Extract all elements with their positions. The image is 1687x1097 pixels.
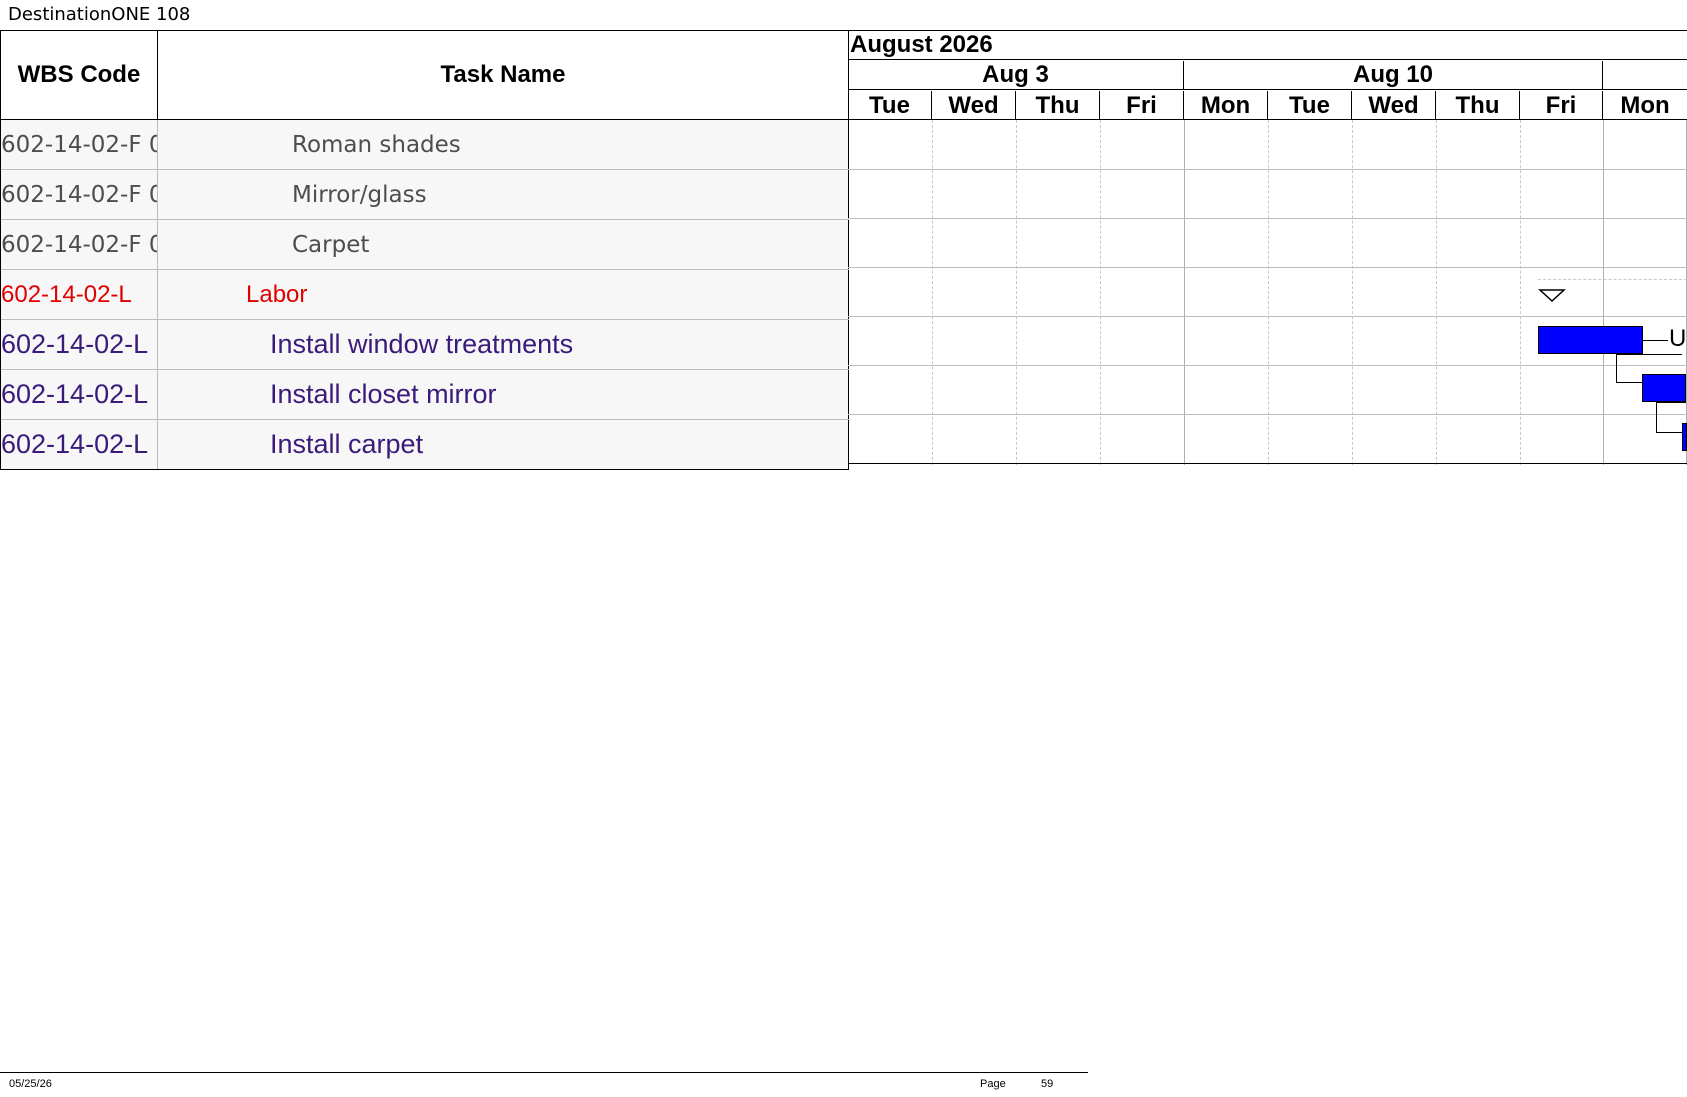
day-label: Wed [1368, 92, 1419, 119]
gantt-day-header: Tue [848, 91, 932, 120]
gantt-month-header: August 2026 [848, 31, 1687, 60]
wbs-code-cell: 602-14-02-L [1, 270, 158, 319]
table-row[interactable]: 602-14-02-F 0 Carpet [1, 220, 849, 270]
table-header: WBS Code Task Name [1, 31, 849, 120]
day-label: Thu [1455, 92, 1500, 119]
day-label: Thu [1035, 92, 1080, 119]
row-gridline [848, 316, 1687, 317]
wbs-code-cell: 602-14-02-F 0 [1, 220, 158, 269]
document-title: DestinationONE 108 [8, 4, 191, 25]
wbs-code-cell: 602-14-02-L [1, 320, 158, 369]
gantt-body: U [848, 120, 1687, 465]
day-label: Mon [1200, 92, 1251, 119]
summary-triangle-icon [1538, 289, 1566, 303]
dependency-link [1656, 402, 1657, 432]
task-bar-closet-mirror[interactable] [1642, 374, 1686, 402]
dependency-link [1656, 432, 1682, 433]
day-label: Fri [1545, 92, 1577, 119]
summary-dashed-line [1538, 279, 1687, 280]
day-label: Fri [1126, 92, 1157, 119]
gantt-day-header: Wed [1352, 91, 1436, 120]
task-name-header: Task Name [158, 31, 849, 119]
row-gridline [848, 414, 1687, 415]
wbs-code-cell: 602-14-02-F 0 [1, 120, 158, 169]
table-row[interactable]: 602-14-02-L Install window treatments [1, 320, 849, 370]
bar-label: U [1669, 325, 1687, 352]
footer-divider [0, 1072, 1088, 1073]
bar-connector-line [1643, 340, 1668, 341]
gantt-day-header: Fri [1100, 91, 1184, 120]
gantt-day-header: Tue [1268, 91, 1352, 120]
dependency-link [1656, 402, 1686, 403]
row-gridline [848, 463, 1687, 464]
task-bar-carpet[interactable] [1682, 423, 1687, 451]
row-gridline [848, 267, 1687, 268]
gantt-day-header: Mon [1603, 91, 1687, 120]
wbs-code-cell: 602-14-02-L [1, 420, 158, 469]
gantt-day-header: Thu [1436, 91, 1520, 120]
footer-date: 05/25/26 [9, 1078, 52, 1090]
day-label: Wed [948, 92, 999, 119]
task-name-cell: Install window treatments [158, 320, 849, 369]
dependency-link [1616, 354, 1617, 382]
row-gridline [848, 365, 1687, 366]
wbs-code-cell: 602-14-02-L [1, 370, 158, 419]
gantt-day-header: Thu [1016, 91, 1100, 120]
dependency-link [1616, 354, 1682, 355]
day-label: Tue [1289, 92, 1330, 119]
dependency-link [1616, 382, 1642, 383]
table-row[interactable]: 602-14-02-F 0 Roman shades [1, 120, 849, 170]
table-row[interactable]: 602-14-02-L Labor [1, 270, 849, 320]
footer-page-number: 59 [1041, 1078, 1054, 1090]
task-name-cell: Carpet [158, 220, 849, 269]
table-row[interactable]: 602-14-02-F 0 Mirror/glass [1, 170, 849, 220]
gantt-week-header: Aug 10 [1184, 61, 1603, 90]
task-name-cell: Roman shades [158, 120, 849, 169]
task-bar-window-treatments[interactable] [1538, 326, 1643, 354]
gantt-day-header: Mon [1184, 91, 1268, 120]
table-row[interactable]: 602-14-02-L Install carpet [1, 420, 849, 470]
task-name-cell: Mirror/glass [158, 170, 849, 219]
day-label: Tue [869, 92, 910, 119]
gantt-week-header: Aug 3 [848, 61, 1184, 90]
task-name-cell: Install carpet [158, 420, 849, 469]
gantt-week-header-next [1603, 61, 1687, 90]
day-label: Mon [1620, 92, 1670, 119]
task-name-cell: Labor [158, 270, 849, 319]
row-gridline [848, 218, 1687, 219]
gantt-day-header: Fri [1520, 91, 1603, 120]
wbs-code-cell: 602-14-02-F 0 [1, 170, 158, 219]
row-gridline [848, 169, 1687, 170]
wbs-code-header: WBS Code [1, 31, 158, 119]
task-name-cell: Install closet mirror [158, 370, 849, 419]
footer-page-label: Page [980, 1078, 1006, 1090]
table-row[interactable]: 602-14-02-L Install closet mirror [1, 370, 849, 420]
gantt-day-header: Wed [932, 91, 1016, 120]
gantt-chart: August 2026 Aug 3 Aug 10 Tue Wed Thu Fri… [848, 30, 1687, 465]
task-table: WBS Code Task Name 602-14-02-F 0 Roman s… [0, 30, 849, 470]
